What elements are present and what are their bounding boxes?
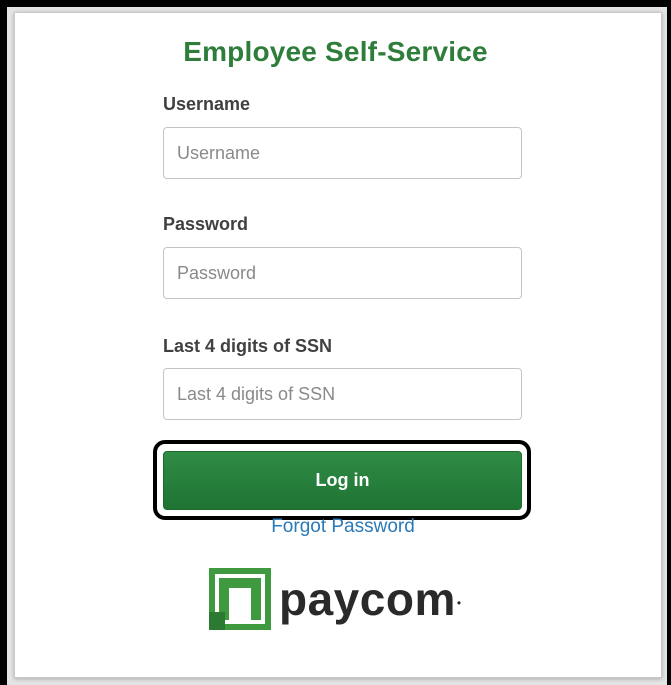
paycom-logo: paycom • [209, 568, 461, 630]
ssn-input[interactable] [163, 368, 522, 420]
username-label: Username [163, 94, 251, 114]
paycom-wordmark: paycom [279, 573, 456, 625]
paycom-logo-icon [209, 568, 271, 630]
password-input[interactable] [163, 247, 522, 299]
ssn-label: Last 4 digits of SSN [163, 336, 333, 356]
username-input[interactable] [163, 127, 522, 179]
login-button[interactable]: Log in [163, 451, 522, 510]
registered-mark: • [456, 596, 462, 610]
page-title: Employee Self-Service [183, 36, 488, 67]
forgot-password-link[interactable]: Forgot Password [0, 516, 671, 538]
password-label: Password [163, 214, 249, 234]
